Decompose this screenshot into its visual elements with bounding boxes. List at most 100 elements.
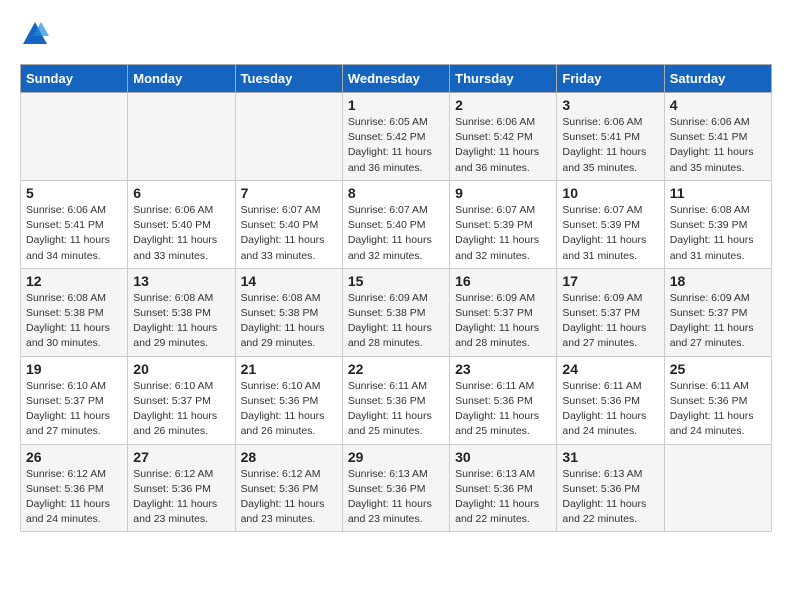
calendar-cell-w4d4: 30 Sunrise: 6:13 AM Sunset: 5:36 PM Dayli…	[450, 444, 557, 532]
day-number: 16	[455, 273, 551, 289]
day-info: Sunrise: 6:12 AM Sunset: 5:36 PM Dayligh…	[133, 467, 229, 528]
weekday-header-thursday: Thursday	[450, 65, 557, 93]
day-number: 31	[562, 449, 658, 465]
day-info: Sunrise: 6:06 AM Sunset: 5:41 PM Dayligh…	[562, 115, 658, 176]
page-header	[20, 20, 772, 48]
day-info: Sunrise: 6:07 AM Sunset: 5:40 PM Dayligh…	[241, 203, 337, 264]
calendar-cell-w3d1: 20 Sunrise: 6:10 AM Sunset: 5:37 PM Dayli…	[128, 356, 235, 444]
day-number: 25	[670, 361, 766, 377]
day-number: 20	[133, 361, 229, 377]
day-info: Sunrise: 6:06 AM Sunset: 5:42 PM Dayligh…	[455, 115, 551, 176]
day-number: 21	[241, 361, 337, 377]
day-number: 7	[241, 185, 337, 201]
calendar-cell-w2d3: 15 Sunrise: 6:09 AM Sunset: 5:38 PM Dayli…	[342, 268, 449, 356]
calendar-cell-w4d2: 28 Sunrise: 6:12 AM Sunset: 5:36 PM Dayli…	[235, 444, 342, 532]
day-info: Sunrise: 6:11 AM Sunset: 5:36 PM Dayligh…	[348, 379, 444, 440]
day-info: Sunrise: 6:12 AM Sunset: 5:36 PM Dayligh…	[241, 467, 337, 528]
calendar-cell-w1d3: 8 Sunrise: 6:07 AM Sunset: 5:40 PM Daylig…	[342, 180, 449, 268]
day-number: 28	[241, 449, 337, 465]
day-info: Sunrise: 6:10 AM Sunset: 5:36 PM Dayligh…	[241, 379, 337, 440]
day-info: Sunrise: 6:06 AM Sunset: 5:41 PM Dayligh…	[26, 203, 122, 264]
calendar-cell-w4d1: 27 Sunrise: 6:12 AM Sunset: 5:36 PM Dayli…	[128, 444, 235, 532]
calendar-cell-w3d6: 25 Sunrise: 6:11 AM Sunset: 5:36 PM Dayli…	[664, 356, 771, 444]
calendar-cell-w4d6	[664, 444, 771, 532]
day-number: 10	[562, 185, 658, 201]
calendar-cell-w2d6: 18 Sunrise: 6:09 AM Sunset: 5:37 PM Dayli…	[664, 268, 771, 356]
calendar-cell-w1d5: 10 Sunrise: 6:07 AM Sunset: 5:39 PM Dayli…	[557, 180, 664, 268]
weekday-header-wednesday: Wednesday	[342, 65, 449, 93]
day-info: Sunrise: 6:06 AM Sunset: 5:40 PM Dayligh…	[133, 203, 229, 264]
calendar-cell-w3d5: 24 Sunrise: 6:11 AM Sunset: 5:36 PM Dayli…	[557, 356, 664, 444]
day-info: Sunrise: 6:13 AM Sunset: 5:36 PM Dayligh…	[455, 467, 551, 528]
day-info: Sunrise: 6:11 AM Sunset: 5:36 PM Dayligh…	[562, 379, 658, 440]
weekday-header-tuesday: Tuesday	[235, 65, 342, 93]
calendar-cell-w4d5: 31 Sunrise: 6:13 AM Sunset: 5:36 PM Dayli…	[557, 444, 664, 532]
calendar-cell-w2d0: 12Sunrise: 6:08 AM Sunset: 5:38 PM Dayli…	[21, 268, 128, 356]
day-number: 29	[348, 449, 444, 465]
day-info: Sunrise: 6:08 AM Sunset: 5:38 PM Dayligh…	[241, 291, 337, 352]
logo	[20, 20, 50, 48]
day-number: 15	[348, 273, 444, 289]
day-number: 18	[670, 273, 766, 289]
day-info: Sunrise: 6:13 AM Sunset: 5:36 PM Dayligh…	[348, 467, 444, 528]
calendar-cell-w1d2: 7 Sunrise: 6:07 AM Sunset: 5:40 PM Daylig…	[235, 180, 342, 268]
calendar-cell-w0d5: 3 Sunrise: 6:06 AM Sunset: 5:41 PM Daylig…	[557, 93, 664, 181]
day-info: Sunrise: 6:10 AM Sunset: 5:37 PM Dayligh…	[133, 379, 229, 440]
calendar-cell-w4d3: 29 Sunrise: 6:13 AM Sunset: 5:36 PM Dayli…	[342, 444, 449, 532]
day-number: 13	[133, 273, 229, 289]
weekday-header-saturday: Saturday	[664, 65, 771, 93]
day-info: Sunrise: 6:10 AM Sunset: 5:37 PM Dayligh…	[26, 379, 122, 440]
weekday-header-sunday: Sunday	[21, 65, 128, 93]
calendar-cell-w2d1: 13 Sunrise: 6:08 AM Sunset: 5:38 PM Dayli…	[128, 268, 235, 356]
day-number: 1	[348, 97, 444, 113]
calendar-cell-w3d0: 19 Sunrise: 6:10 AM Sunset: 5:37 PM Dayli…	[21, 356, 128, 444]
day-number: 22	[348, 361, 444, 377]
day-info: Sunrise: 6:11 AM Sunset: 5:36 PM Dayligh…	[670, 379, 766, 440]
calendar-cell-w3d4: 23 Sunrise: 6:11 AM Sunset: 5:36 PM Dayli…	[450, 356, 557, 444]
day-info: Sunrise: 6:08 AM Sunset: 5:39 PM Dayligh…	[670, 203, 766, 264]
day-info: Sunrise: 6:09 AM Sunset: 5:37 PM Dayligh…	[562, 291, 658, 352]
calendar-cell-w0d6: 4Sunrise: 6:06 AM Sunset: 5:41 PM Daylig…	[664, 93, 771, 181]
day-number: 3	[562, 97, 658, 113]
day-number: 24	[562, 361, 658, 377]
day-number: 19	[26, 361, 122, 377]
calendar-cell-w4d0: 26 Sunrise: 6:12 AM Sunset: 5:36 PM Dayli…	[21, 444, 128, 532]
day-info: Sunrise: 6:07 AM Sunset: 5:39 PM Dayligh…	[562, 203, 658, 264]
calendar-cell-w3d3: 22 Sunrise: 6:11 AM Sunset: 5:36 PM Dayli…	[342, 356, 449, 444]
calendar-cell-w0d0	[21, 93, 128, 181]
calendar-cell-w0d1	[128, 93, 235, 181]
day-number: 11	[670, 185, 766, 201]
calendar-cell-w1d6: 11 Sunrise: 6:08 AM Sunset: 5:39 PM Dayli…	[664, 180, 771, 268]
day-info: Sunrise: 6:09 AM Sunset: 5:37 PM Dayligh…	[455, 291, 551, 352]
day-info: Sunrise: 6:09 AM Sunset: 5:37 PM Dayligh…	[670, 291, 766, 352]
day-info: Sunrise: 6:11 AM Sunset: 5:36 PM Dayligh…	[455, 379, 551, 440]
day-number: 30	[455, 449, 551, 465]
calendar-cell-w1d0: 5Sunrise: 6:06 AM Sunset: 5:41 PM Daylig…	[21, 180, 128, 268]
weekday-header-friday: Friday	[557, 65, 664, 93]
day-number: 2	[455, 97, 551, 113]
day-info: Sunrise: 6:08 AM Sunset: 5:38 PM Dayligh…	[26, 291, 122, 352]
day-number: 8	[348, 185, 444, 201]
day-number: 26	[26, 449, 122, 465]
day-info: Sunrise: 6:12 AM Sunset: 5:36 PM Dayligh…	[26, 467, 122, 528]
day-number: 9	[455, 185, 551, 201]
calendar-cell-w2d4: 16 Sunrise: 6:09 AM Sunset: 5:37 PM Dayli…	[450, 268, 557, 356]
calendar-cell-w1d4: 9 Sunrise: 6:07 AM Sunset: 5:39 PM Daylig…	[450, 180, 557, 268]
day-number: 23	[455, 361, 551, 377]
day-info: Sunrise: 6:13 AM Sunset: 5:36 PM Dayligh…	[562, 467, 658, 528]
weekday-header-monday: Monday	[128, 65, 235, 93]
day-number: 17	[562, 273, 658, 289]
day-number: 6	[133, 185, 229, 201]
day-info: Sunrise: 6:07 AM Sunset: 5:39 PM Dayligh…	[455, 203, 551, 264]
day-info: Sunrise: 6:06 AM Sunset: 5:41 PM Dayligh…	[670, 115, 766, 176]
calendar-cell-w3d2: 21 Sunrise: 6:10 AM Sunset: 5:36 PM Dayli…	[235, 356, 342, 444]
calendar-cell-w1d1: 6 Sunrise: 6:06 AM Sunset: 5:40 PM Daylig…	[128, 180, 235, 268]
day-number: 27	[133, 449, 229, 465]
day-info: Sunrise: 6:08 AM Sunset: 5:38 PM Dayligh…	[133, 291, 229, 352]
day-info: Sunrise: 6:09 AM Sunset: 5:38 PM Dayligh…	[348, 291, 444, 352]
day-info: Sunrise: 6:05 AM Sunset: 5:42 PM Dayligh…	[348, 115, 444, 176]
day-info: Sunrise: 6:07 AM Sunset: 5:40 PM Dayligh…	[348, 203, 444, 264]
calendar-cell-w2d2: 14Sunrise: 6:08 AM Sunset: 5:38 PM Dayli…	[235, 268, 342, 356]
calendar-cell-w0d2	[235, 93, 342, 181]
calendar-cell-w2d5: 17 Sunrise: 6:09 AM Sunset: 5:37 PM Dayli…	[557, 268, 664, 356]
